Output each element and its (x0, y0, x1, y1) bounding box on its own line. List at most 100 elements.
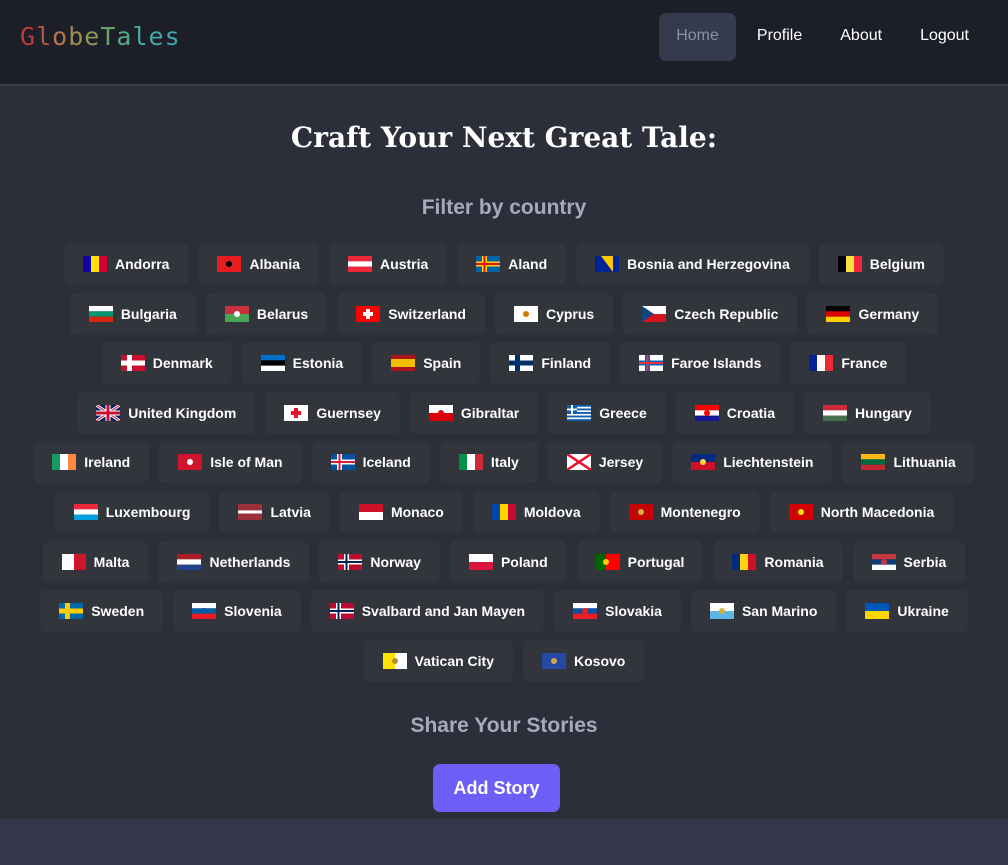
kosovo-flag-icon (542, 652, 567, 669)
country-filter-faroe-islands[interactable]: Faroe Islands (620, 342, 781, 385)
country-filter-netherlands[interactable]: Netherlands (158, 540, 310, 583)
country-filter-denmark[interactable]: Denmark (101, 342, 232, 385)
country-filter-monaco[interactable]: Monaco (339, 490, 463, 533)
logo-letter: l (132, 22, 149, 51)
estonia-flag-icon (260, 355, 285, 372)
iceland-flag-icon (330, 454, 355, 471)
country-filter-estonia[interactable]: Estonia (241, 342, 363, 385)
country-filter-latvia[interactable]: Latvia (219, 490, 330, 533)
country-label: Serbia (903, 553, 947, 570)
logo-letter: l (36, 22, 53, 51)
sweden-flag-icon (59, 603, 84, 620)
country-filter-andorra[interactable]: Andorra (64, 243, 189, 285)
slovakia-flag-icon (573, 603, 598, 620)
country-filter-vatican-city[interactable]: Vatican City (363, 639, 514, 682)
country-filter-luxembourg[interactable]: Luxembourg (54, 490, 210, 533)
country-label: Italy (490, 454, 519, 471)
footer (0, 819, 1008, 865)
country-row: Andorra Albania Austria Aland Bosnia and Her… (0, 243, 1008, 285)
country-filter-san-marino[interactable]: San Marino (690, 590, 837, 633)
country-label: Bosnia and Herzegovina (627, 256, 790, 272)
country-filter-liechtenstein[interactable]: Liechtenstein (672, 441, 833, 484)
country-label: Latvia (270, 503, 311, 520)
country-row: Vatican City Kosovo (0, 639, 1008, 682)
add-story-button[interactable]: Add Story (433, 764, 560, 812)
country-filter-bulgaria[interactable]: Bulgaria (69, 292, 196, 335)
liechtenstein-flag-icon (691, 454, 716, 471)
country-filter-romania[interactable]: Romania (713, 540, 843, 583)
spain-flag-icon (391, 355, 416, 372)
country-filter-austria[interactable]: Austria (329, 243, 448, 285)
logo-letter: e (84, 22, 101, 51)
country-filter-lithuania[interactable]: Lithuania (842, 441, 975, 484)
country-filter-slovenia[interactable]: Slovenia (173, 590, 301, 633)
country-label: Monaco (390, 503, 444, 520)
bulgaria-flag-icon (88, 305, 113, 322)
country-filter-cyprus[interactable]: Cyprus (494, 292, 614, 335)
country-label: Liechtenstein (723, 454, 814, 471)
country-filter-malta[interactable]: Malta (42, 540, 149, 583)
latvia-flag-icon (238, 503, 263, 520)
country-filter-montenegro[interactable]: Montenegro (609, 490, 760, 533)
country-filter-belarus[interactable]: Belarus (205, 292, 328, 335)
aland-flag-icon (476, 256, 501, 272)
denmark-flag-icon (120, 355, 145, 372)
country-filter-czech-republic[interactable]: Czech Republic (623, 292, 798, 335)
switzerland-flag-icon (356, 305, 381, 322)
country-filter-united-kingdom[interactable]: United Kingdom (77, 391, 256, 434)
country-filter-bosnia-and-herzegovina[interactable]: Bosnia and Herzegovina (576, 243, 809, 285)
country-label: Svalbard and Jan Mayen (361, 603, 526, 620)
country-filter-italy[interactable]: Italy (439, 441, 538, 484)
cyprus-flag-icon (513, 305, 538, 322)
andorra-flag-icon (83, 256, 107, 272)
bosnia-and-herzegovina-flag-icon (595, 256, 620, 272)
nav-link-logout[interactable]: Logout (903, 13, 986, 61)
app-logo[interactable]: GlobeTales (20, 22, 181, 51)
country-label: Albania (249, 256, 301, 272)
country-filter-gibraltar[interactable]: Gibraltar (409, 391, 539, 434)
country-filter-aland[interactable]: Aland (457, 243, 567, 285)
albania-flag-icon (217, 256, 242, 272)
guernsey-flag-icon (284, 404, 309, 421)
country-filter-sweden[interactable]: Sweden (40, 590, 164, 633)
country-filter-finland[interactable]: Finland (490, 342, 611, 385)
country-filter-norway[interactable]: Norway (319, 540, 440, 583)
nav-link-profile[interactable]: Profile (740, 13, 819, 61)
country-filter-ireland[interactable]: Ireland (33, 441, 150, 484)
country-filter-slovakia[interactable]: Slovakia (554, 590, 681, 633)
austria-flag-icon (348, 256, 373, 272)
country-label: Belgium (869, 256, 925, 272)
country-filter-switzerland[interactable]: Switzerland (337, 292, 485, 335)
country-filter-france[interactable]: France (790, 342, 907, 385)
country-filter-ukraine[interactable]: Ukraine (846, 590, 968, 633)
country-filter-serbia[interactable]: Serbia (852, 540, 966, 583)
country-filter-jersey[interactable]: Jersey (547, 441, 663, 484)
country-filter-iceland[interactable]: Iceland (311, 441, 430, 484)
country-filter-hungary[interactable]: Hungary (803, 391, 931, 434)
nav-link-home[interactable]: Home (659, 13, 736, 61)
country-filter-isle-of-man[interactable]: Isle of Man (159, 441, 302, 484)
country-filter-svalbard-and-jan-mayen[interactable]: Svalbard and Jan Mayen (310, 590, 545, 633)
logo-letter: o (52, 22, 69, 51)
country-filter-kosovo[interactable]: Kosovo (523, 639, 645, 682)
logo-letter: G (20, 22, 37, 51)
country-filter-belgium[interactable]: Belgium (818, 243, 944, 285)
country-filter-portugal[interactable]: Portugal (576, 540, 704, 583)
country-filter-moldova[interactable]: Moldova (472, 490, 600, 533)
country-filter-greece[interactable]: Greece (548, 391, 666, 434)
country-filter-poland[interactable]: Poland (449, 540, 567, 583)
country-label: Austria (380, 256, 429, 272)
nav-link-about[interactable]: About (823, 13, 899, 61)
country-filter-croatia[interactable]: Croatia (675, 391, 794, 434)
country-label: Jersey (598, 454, 644, 471)
country-filter-north-macedonia[interactable]: North Macedonia (769, 490, 954, 533)
serbia-flag-icon (871, 553, 896, 570)
country-label: Belarus (256, 305, 309, 322)
country-filter-albania[interactable]: Albania (198, 243, 320, 285)
country-filter-spain[interactable]: Spain (372, 342, 481, 385)
country-filter-guernsey[interactable]: Guernsey (265, 391, 400, 434)
country-label: Cyprus (545, 305, 595, 322)
country-label: Malta (93, 553, 130, 570)
country-filter-germany[interactable]: Germany (807, 292, 939, 335)
logo-letter: e (148, 22, 165, 51)
